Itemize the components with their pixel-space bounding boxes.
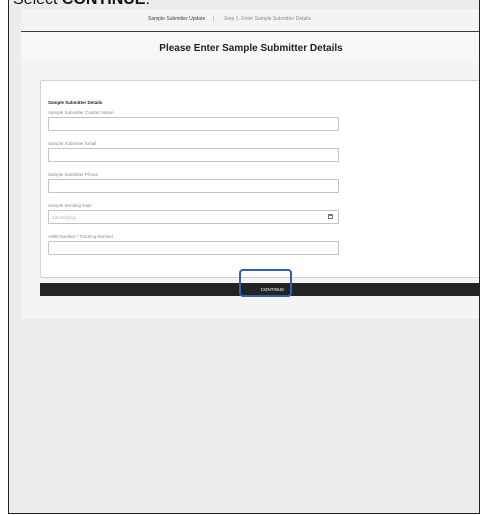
breadcrumb-separator: | (213, 16, 215, 22)
sending-date-label: Sample Sending Date (48, 203, 92, 208)
highlight-box (239, 269, 292, 297)
contact-name-input[interactable] (48, 117, 339, 131)
instruction-prefix: Select (13, 0, 62, 8)
page-title: Please Enter Sample Submitter Details (159, 43, 343, 54)
sending-date-placeholder: mm/dd/yyyy (52, 215, 77, 220)
sending-date-input[interactable]: mm/dd/yyyy (48, 210, 339, 224)
section-title: Sample Submitter Details (48, 100, 103, 105)
calendar-icon[interactable] (328, 214, 333, 219)
phone-label: Sample Submitter Phone (48, 172, 99, 177)
email-input[interactable] (48, 148, 339, 162)
screenshot-frame: Select CONTINUE. Sample Submitter Update… (8, 0, 480, 514)
contact-name-label: Sample Submitter Contact Name (48, 110, 114, 115)
email-label: Sample Submitter Email (48, 141, 97, 146)
awb-number-label: AWB Number / Tracking Number (48, 234, 114, 239)
awb-number-input[interactable] (48, 241, 339, 255)
instruction-suffix: . (145, 0, 149, 8)
page-header: Please Enter Sample Submitter Details (21, 31, 479, 62)
instruction-emphasis: CONTINUE (62, 0, 146, 8)
workflow-bar: Sample Submitter Update | Step 1: Enter … (21, 9, 479, 31)
form-panel: Sample Submitter Details Sample Submitte… (40, 80, 479, 278)
workflow-title: Sample Submitter Update (148, 16, 206, 22)
phone-input[interactable] (48, 179, 339, 193)
instruction-text: Select CONTINUE. (13, 0, 150, 9)
step-indicator: Step 1: Enter Sample Submitter Details (224, 16, 311, 22)
